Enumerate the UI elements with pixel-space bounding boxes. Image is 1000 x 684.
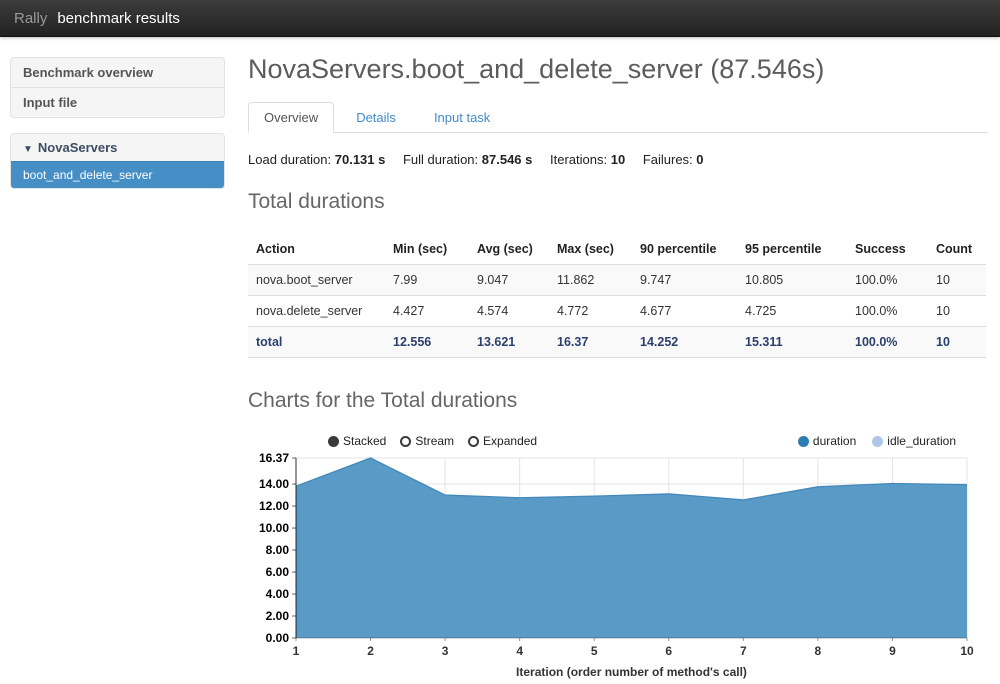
svg-text:9: 9 [889,644,896,658]
col-avg: Avg (sec) [477,234,557,265]
page-title: NovaServers.boot_and_delete_server (87.5… [248,54,988,85]
collapse-triangle-icon: ▼ [23,144,33,155]
tab-details[interactable]: Details [340,102,412,133]
cell-total-label: total [248,327,393,358]
expanded-radio[interactable]: Expanded [468,434,537,448]
svg-text:14.00: 14.00 [259,477,289,491]
sidebar-item-benchmark-overview[interactable]: Benchmark overview [11,58,224,87]
cell-action: nova.delete_server [248,296,393,327]
svg-text:Iteration (order number of met: Iteration (order number of method's call… [516,665,747,679]
col-success: Success [855,234,936,265]
table-row: nova.delete_server 4.427 4.574 4.772 4.6… [248,296,986,327]
svg-text:6: 6 [665,644,672,658]
main-content: NovaServers.boot_and_delete_server (87.5… [248,45,988,684]
table-bottom-border [248,357,986,358]
radio-unselected-icon [400,436,411,447]
legend-dot-icon [872,436,883,447]
stacked-area-chart: 0.00 2.00 4.00 6.00 8.00 10.00 12.00 14.00 16.37… [248,452,988,684]
svg-text:0.00: 0.00 [266,631,290,645]
sidebar-item-boot-and-delete-server[interactable]: boot_and_delete_server [11,161,224,188]
scenario-group-label: NovaServers [38,140,118,155]
sidebar-scenario-group: ▼ NovaServers boot_and_delete_server [10,133,225,189]
tab-bar: Overview Details Input task [248,102,988,133]
stat-load-duration: Load duration: 70.131 s [248,152,385,167]
app-brand: Rally [14,10,47,27]
stacked-radio[interactable]: Stacked [328,434,386,448]
sidebar-nav-group: Benchmark overview Input file [10,57,225,118]
legend-item-idle-duration[interactable]: idle_duration [872,434,956,448]
svg-text:1: 1 [293,644,300,658]
svg-text:5: 5 [591,644,598,658]
svg-text:4.00: 4.00 [266,587,290,601]
total-durations-table: Action Min (sec) Avg (sec) Max (sec) 90 … [248,234,986,357]
stat-iterations: Iterations: 10 [550,152,625,167]
svg-text:8.00: 8.00 [266,543,290,557]
top-navbar: Rally benchmark results [0,0,1000,37]
tab-input-task[interactable]: Input task [418,102,506,133]
cell-action: nova.boot_server [248,265,393,296]
stat-failures: Failures: 0 [643,152,704,167]
run-stats: Load duration: 70.131 s Full duration: 8… [248,152,988,167]
col-count: Count [936,234,986,265]
table-total-row: total 12.556 13.621 16.37 14.252 15.311 … [248,327,986,358]
svg-text:10.00: 10.00 [259,521,289,535]
radio-unselected-icon [468,436,479,447]
col-90-percentile: 90 percentile [640,234,745,265]
svg-text:16.37: 16.37 [259,452,289,465]
tab-overview[interactable]: Overview [248,102,334,133]
svg-text:7: 7 [740,644,747,658]
col-95-percentile: 95 percentile [745,234,855,265]
stream-radio[interactable]: Stream [400,434,454,448]
svg-text:10: 10 [960,644,974,658]
col-action: Action [248,234,393,265]
svg-text:4: 4 [516,644,523,658]
chart-mode-radio-group: Stacked Stream Expanded [328,434,537,448]
svg-text:12.00: 12.00 [259,499,289,513]
svg-text:2: 2 [367,644,374,658]
sidebar-group-novaservers[interactable]: ▼ NovaServers [11,134,224,161]
svg-text:3: 3 [442,644,449,658]
legend-dot-icon [798,436,809,447]
svg-text:6.00: 6.00 [266,565,290,579]
radio-selected-icon [328,436,339,447]
sidebar: Benchmark overview Input file ▼ NovaServe… [10,57,225,189]
col-max: Max (sec) [557,234,640,265]
total-durations-heading: Total durations [248,190,988,214]
legend-item-duration[interactable]: duration [798,434,856,448]
svg-text:8: 8 [815,644,822,658]
table-row: nova.boot_server 7.99 9.047 11.862 9.747… [248,265,986,296]
navbar-title: benchmark results [57,10,180,27]
svg-text:2.00: 2.00 [266,609,290,623]
chart-legend: duration idle_duration [798,434,956,448]
stat-full-duration: Full duration: 87.546 s [403,152,532,167]
sidebar-item-input-file[interactable]: Input file [11,87,224,117]
col-min: Min (sec) [393,234,477,265]
charts-heading: Charts for the Total durations [248,389,988,413]
table-header-row: Action Min (sec) Avg (sec) Max (sec) 90 … [248,234,986,265]
chart-controls-row: Stacked Stream Expanded duration idle_du… [248,433,988,449]
